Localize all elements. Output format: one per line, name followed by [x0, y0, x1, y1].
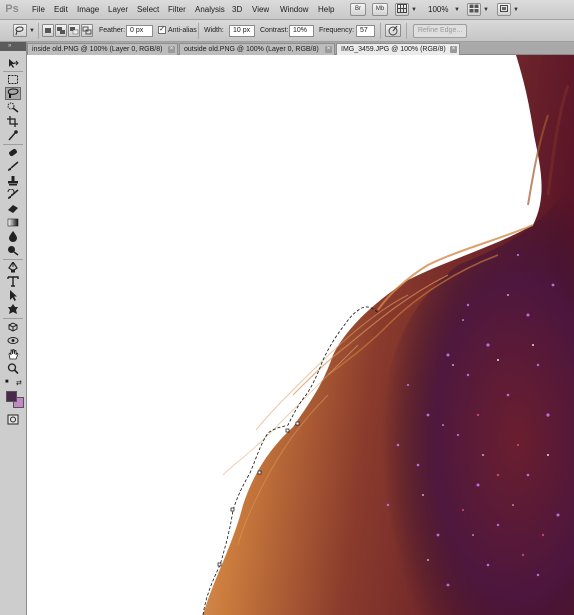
collapse-icon[interactable]: » [8, 42, 11, 51]
menu-view[interactable]: View [252, 5, 269, 14]
clone-stamp-tool-icon[interactable] [5, 174, 21, 187]
width-label: Width: [204, 27, 224, 34]
marquee-tool-icon[interactable] [5, 73, 21, 86]
anti-alias-checkbox[interactable]: ✓ [158, 26, 166, 34]
frequency-label: Frequency: [319, 27, 355, 34]
anti-alias-label: Anti-alias [168, 27, 197, 34]
extras-icon[interactable] [395, 3, 409, 16]
menu-edit[interactable]: Edit [54, 5, 68, 14]
tab-label: IMG_3459.JPG @ 100% (RGB/8) [341, 46, 446, 53]
close-tab-icon[interactable]: × [450, 46, 457, 53]
menu-filter[interactable]: Filter [168, 5, 186, 14]
magnetic-lasso-tool-icon[interactable] [5, 87, 21, 100]
zoom-tool-icon[interactable] [5, 362, 21, 375]
mini-bridge-button[interactable]: Mb [372, 3, 388, 16]
screen-mode-icon[interactable] [497, 3, 511, 16]
default-colors-icon[interactable]: ■ [5, 379, 9, 385]
3d-orbit-tool-icon[interactable] [5, 334, 21, 347]
tab-outside-old[interactable]: outside old.PNG @ 100% (Layer 0, RGB/8) … [179, 43, 335, 55]
gradient-tool-icon[interactable] [5, 216, 21, 229]
lasso-anchor-points [217, 421, 300, 567]
tab-label: outside old.PNG @ 100% (Layer 0, RGB/8) [184, 46, 319, 53]
arrange-documents-icon[interactable] [467, 3, 481, 16]
blur-tool-icon[interactable] [5, 230, 21, 243]
menu-layer[interactable]: Layer [108, 5, 128, 14]
tool-divider [3, 259, 23, 260]
intersect-selection-icon[interactable] [81, 24, 93, 37]
options-divider [38, 23, 39, 39]
dodge-tool-icon[interactable] [5, 244, 21, 257]
history-brush-tool-icon[interactable] [5, 188, 21, 201]
menu-3d[interactable]: 3D [232, 5, 242, 14]
tool-divider [3, 318, 23, 319]
tool-divider [3, 71, 23, 72]
feather-input[interactable]: 0 px [126, 25, 153, 37]
foreground-color-swatch[interactable] [6, 391, 17, 402]
bridge-button[interactable]: Br [350, 3, 366, 16]
tool-preset-dropdown-icon[interactable]: ▼ [29, 28, 35, 34]
document-canvas[interactable] [28, 55, 574, 615]
crop-tool-icon[interactable] [5, 115, 21, 128]
menu-analysis[interactable]: Analysis [195, 5, 225, 14]
hand-tool-icon[interactable] [5, 348, 21, 361]
tab-img-3459[interactable]: IMG_3459.JPG @ 100% (RGB/8) × [336, 43, 460, 55]
add-to-selection-icon[interactable] [55, 24, 67, 37]
3d-rotate-tool-icon[interactable] [5, 320, 21, 333]
tablet-pressure-icon[interactable] [385, 24, 401, 37]
arrange-dropdown-icon[interactable]: ▼ [483, 7, 489, 13]
zoom-level[interactable]: 100% [428, 5, 448, 14]
contrast-label: Contrast: [260, 27, 289, 34]
quick-selection-tool-icon[interactable] [5, 101, 21, 114]
menu-file[interactable]: File [32, 5, 45, 14]
tab-label: inside old.PNG @ 100% (Layer 0, RGB/8) [32, 46, 163, 53]
type-tool-icon[interactable] [5, 275, 21, 288]
refine-edge-button[interactable]: Refine Edge... [413, 24, 467, 38]
spot-healing-tool-icon[interactable] [5, 146, 21, 159]
eraser-tool-icon[interactable] [5, 202, 21, 215]
width-input[interactable]: 10 px [229, 25, 255, 37]
pen-tool-icon[interactable] [5, 261, 21, 274]
tools-panel-header[interactable]: » [0, 42, 26, 51]
new-selection-icon[interactable] [42, 24, 54, 37]
menu-help[interactable]: Help [318, 5, 334, 14]
document-tab-bar: inside old.PNG @ 100% (Layer 0, RGB/8) ×… [27, 42, 574, 55]
contrast-input[interactable]: 10% [289, 25, 314, 37]
tools-panel: » ■ ⇄ [0, 42, 27, 615]
extras-dropdown-icon[interactable]: ▼ [411, 7, 417, 13]
menu-window[interactable]: Window [280, 5, 308, 14]
path-selection-tool-icon[interactable] [5, 289, 21, 302]
menu-image[interactable]: Image [77, 5, 99, 14]
screen-mode-dropdown-icon[interactable]: ▼ [513, 7, 519, 13]
frequency-input[interactable]: 57 [356, 25, 375, 37]
lasso-selection-path[interactable] [28, 55, 574, 615]
options-divider [198, 23, 199, 39]
menu-select[interactable]: Select [137, 5, 159, 14]
tool-preset-picker-icon[interactable] [13, 24, 27, 37]
photoshop-logo: Ps [5, 3, 19, 15]
options-divider [380, 23, 381, 39]
eyedropper-tool-icon[interactable] [5, 129, 21, 142]
quick-mask-icon[interactable] [5, 413, 21, 426]
swap-colors-icon[interactable]: ⇄ [16, 379, 22, 387]
brush-tool-icon[interactable] [5, 160, 21, 173]
close-tab-icon[interactable]: × [325, 46, 332, 53]
close-tab-icon[interactable]: × [168, 46, 175, 53]
subtract-from-selection-icon[interactable] [68, 24, 80, 37]
tool-divider [3, 144, 23, 145]
options-divider [406, 23, 407, 39]
tab-inside-old[interactable]: inside old.PNG @ 100% (Layer 0, RGB/8) × [27, 43, 178, 55]
zoom-dropdown-icon[interactable]: ▼ [454, 7, 460, 13]
shape-tool-icon[interactable] [5, 303, 21, 316]
options-bar: ▼ Feather: 0 px ✓ Anti-alias Width: 10 p… [0, 20, 574, 42]
menu-bar: Ps File Edit Image Layer Select Filter A… [0, 0, 574, 20]
move-tool-icon[interactable] [5, 57, 21, 70]
feather-label: Feather: [99, 27, 126, 34]
